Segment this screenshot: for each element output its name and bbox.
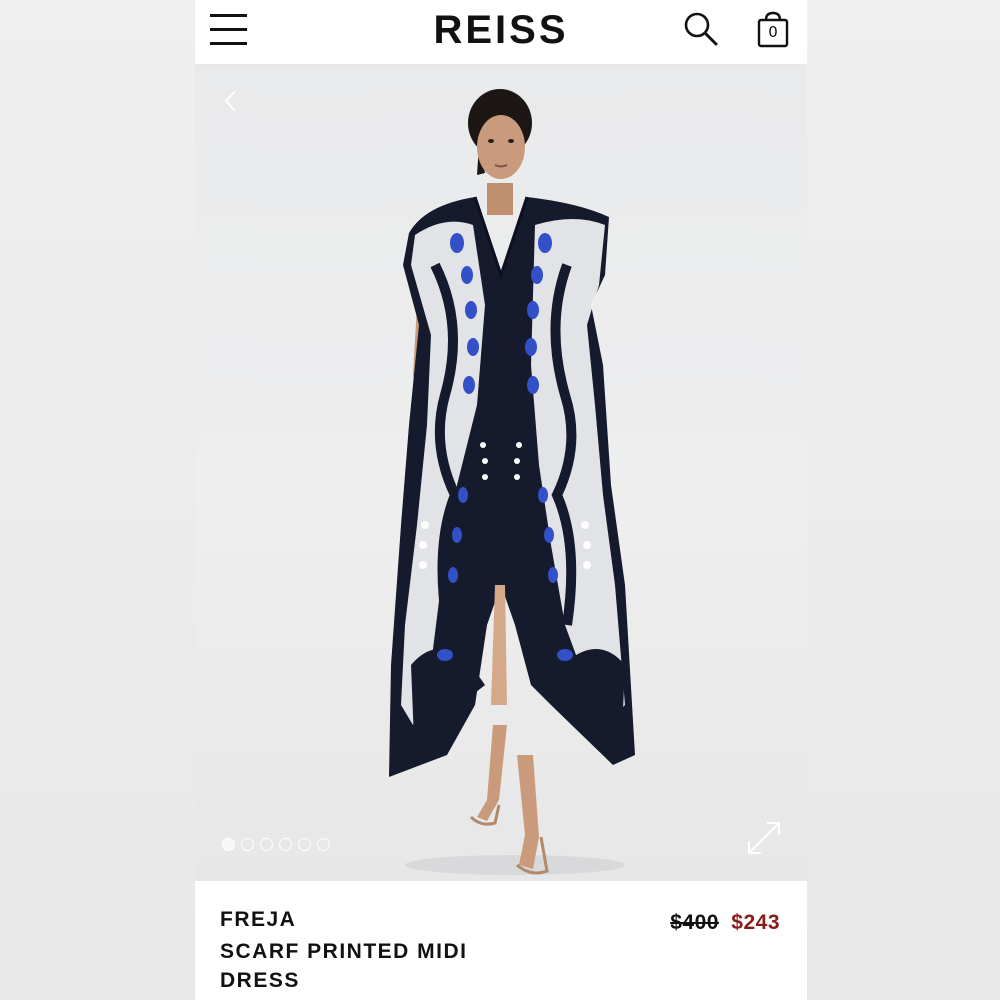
product-photo xyxy=(389,89,635,875)
product-info: FREJA SCARF PRINTED MIDI DRESS $400 $243 xyxy=(195,881,807,1000)
sale-price: $243 xyxy=(731,911,780,934)
carousel-dot[interactable] xyxy=(298,838,311,851)
carousel-dot[interactable] xyxy=(279,838,292,851)
carousel-pagination xyxy=(222,838,330,851)
bag-count: 0 xyxy=(768,23,778,41)
left-backdrop xyxy=(0,0,195,1000)
carousel-dot[interactable] xyxy=(222,838,235,851)
chevron-left-icon[interactable] xyxy=(221,87,241,115)
search-icon[interactable] xyxy=(682,10,722,50)
site-header: REISS 0 xyxy=(195,0,807,65)
product-brand: FREJA xyxy=(220,908,297,931)
mobile-product-page: REISS 0 FREJA SCARF PRINTED MIDI DRESS $… xyxy=(195,0,807,1000)
product-price: $400 $243 xyxy=(670,911,780,935)
product-name: SCARF PRINTED MIDI DRESS xyxy=(220,940,468,992)
original-price: $400 xyxy=(670,911,719,934)
right-backdrop xyxy=(807,0,1000,1000)
carousel-dot[interactable] xyxy=(241,838,254,851)
carousel-dot[interactable] xyxy=(317,838,330,851)
carousel-dot[interactable] xyxy=(260,838,273,851)
product-image-carousel[interactable] xyxy=(195,65,807,881)
shopping-bag-icon[interactable]: 0 xyxy=(753,10,793,50)
expand-icon[interactable] xyxy=(743,817,785,859)
